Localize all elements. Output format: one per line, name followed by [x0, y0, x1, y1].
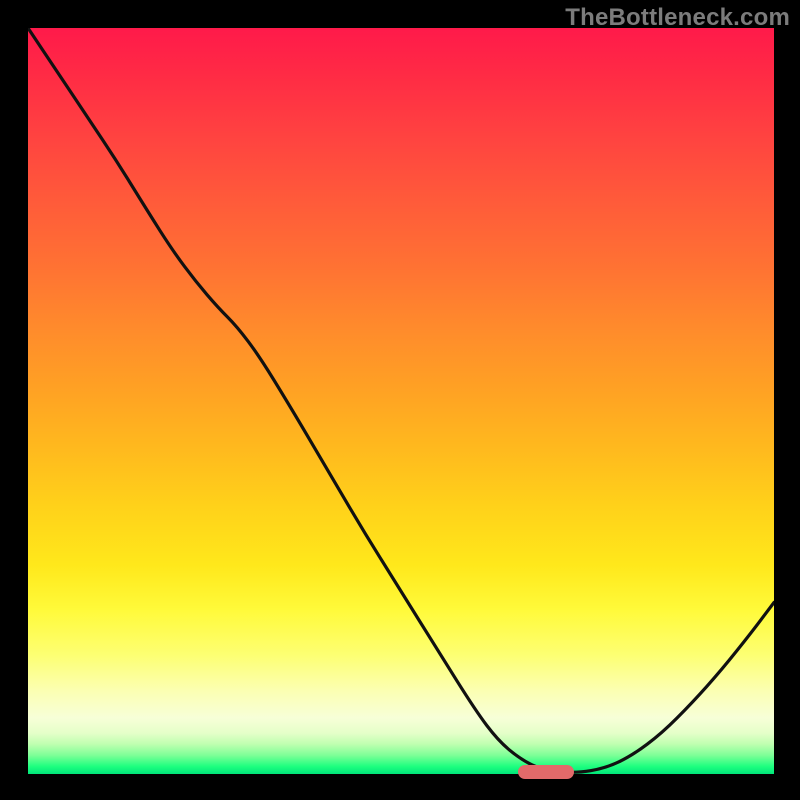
chart-plot-area: [28, 28, 774, 774]
curve-path: [28, 28, 774, 772]
bottleneck-curve: [28, 28, 774, 774]
optimum-marker: [518, 765, 574, 779]
